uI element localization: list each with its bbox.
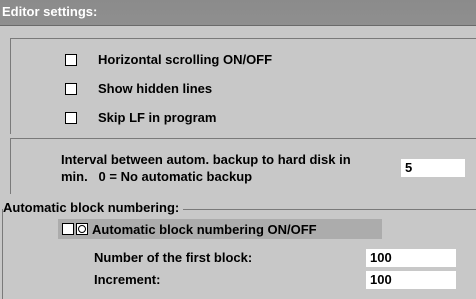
backup-interval-input[interactable]: 5 <box>401 159 465 177</box>
option-horizontal-scrolling[interactable]: Horizontal scrolling ON/OFF <box>65 51 272 69</box>
window-title: Editor settings: <box>2 4 98 19</box>
option-show-hidden-lines[interactable]: Show hidden lines <box>65 80 212 98</box>
option-skip-lf[interactable]: Skip LF in program <box>65 109 216 127</box>
focus-indicator-icon <box>76 223 88 235</box>
backup-interval-label-line2: min. 0 = No automatic backup <box>61 169 253 184</box>
editor-flags-panel: Horizontal scrolling ON/OFF Show hidden … <box>10 38 476 134</box>
auto-block-numbering-label: Automatic block numbering ON/OFF <box>92 221 317 237</box>
backup-interval-label: Interval between autom. backup to hard d… <box>61 151 401 185</box>
first-block-input[interactable]: 100 <box>366 249 456 267</box>
horizontal-scrolling-label: Horizontal scrolling ON/OFF <box>98 52 273 67</box>
horizontal-scrolling-checkbox[interactable] <box>65 54 77 66</box>
auto-block-numbering-toggle[interactable]: Automatic block numbering ON/OFF <box>58 219 382 239</box>
first-block-label: Number of the first block: <box>94 250 253 265</box>
show-hidden-lines-checkbox[interactable] <box>65 83 77 95</box>
backup-interval-panel: Interval between autom. backup to hard d… <box>10 138 476 194</box>
skip-lf-label: Skip LF in program <box>98 110 217 125</box>
show-hidden-lines-label: Show hidden lines <box>98 81 213 96</box>
backup-interval-label-line1: Interval between autom. backup to hard d… <box>61 152 351 167</box>
block-numbering-group-title: Automatic block numbering: <box>3 200 184 216</box>
increment-input[interactable]: 100 <box>366 271 456 289</box>
increment-label: Increment: <box>94 272 161 287</box>
window-title-bar: Editor settings: <box>0 0 476 26</box>
skip-lf-checkbox[interactable] <box>65 112 77 124</box>
auto-block-numbering-checkbox[interactable] <box>62 223 74 235</box>
